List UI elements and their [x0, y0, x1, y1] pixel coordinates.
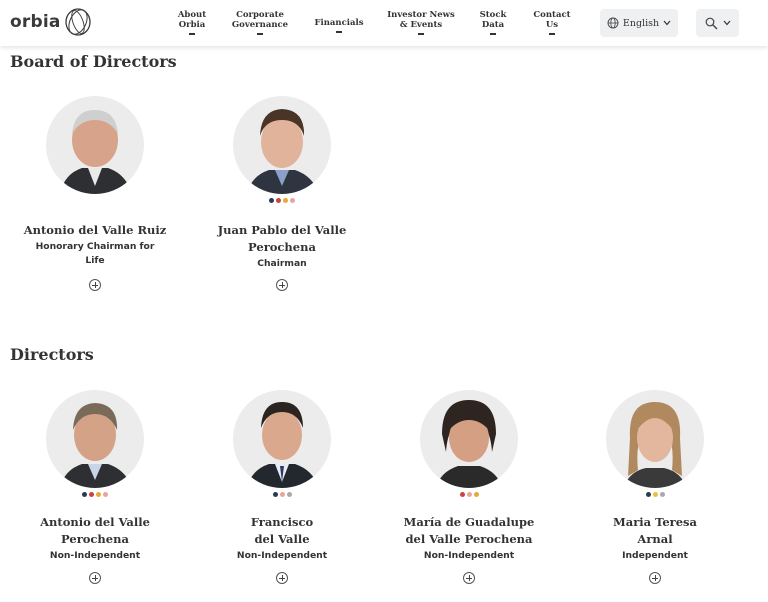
committee-dot [276, 198, 281, 203]
committee-dots [565, 492, 745, 497]
nav-label: & Events [399, 20, 443, 30]
committee-dot [279, 492, 285, 497]
board-member-photo [233, 96, 331, 194]
nav-label: Data [481, 20, 505, 30]
nav-indicator [336, 31, 342, 33]
committee-dots [192, 198, 372, 203]
nav-investor-news[interactable]: Investor News & Events [386, 10, 456, 35]
committee-dots [379, 492, 559, 497]
plus-circle-icon[interactable] [463, 572, 475, 584]
language-selector[interactable]: English [600, 9, 678, 37]
board-member-photo [46, 96, 144, 194]
director-card[interactable]: Antonio del Valle Perochena Non-Independ… [5, 390, 185, 590]
committee-dot [82, 492, 87, 497]
nav-label: Governance [231, 20, 289, 30]
director-card[interactable]: Maria Teresa Arnal Independent [565, 390, 745, 590]
director-name: Perochena [61, 532, 129, 546]
nav-indicator [257, 33, 263, 35]
committee-dots [5, 492, 185, 497]
chevron-down-icon [723, 20, 730, 26]
nav-indicator [490, 33, 496, 35]
director-name: Francisco [250, 515, 314, 529]
nav-contact-us[interactable]: Contact Us [530, 10, 574, 35]
plus-circle-icon[interactable] [89, 572, 101, 584]
globe-icon [607, 17, 619, 29]
nav-label: About [177, 10, 207, 20]
director-name: Antonio del Valle [40, 515, 150, 529]
nav-label: Us [545, 20, 559, 30]
chevron-down-icon [663, 20, 671, 26]
nav-about-orbia[interactable]: About Orbia [172, 10, 212, 35]
nav-corporate-governance[interactable]: Corporate Governance [228, 10, 292, 35]
committee-dots [192, 492, 372, 497]
director-role: Non-Independent [236, 550, 328, 561]
search-icon [705, 17, 717, 29]
director-card[interactable]: María de Guadalupe del Valle Perochena N… [379, 390, 559, 590]
plus-circle-icon[interactable] [276, 279, 288, 291]
board-member-name: Perochena [248, 240, 316, 254]
nav-label: Contact [533, 10, 571, 20]
committee-dot [459, 492, 465, 497]
committee-dot [466, 492, 472, 497]
committee-dot [269, 198, 274, 203]
committee-dot [290, 198, 295, 203]
nav-indicator [189, 33, 195, 35]
director-role: Non-Independent [49, 550, 141, 561]
director-photo [46, 390, 144, 488]
board-member-role: Honorary Chairman for [35, 241, 155, 252]
search-button[interactable] [696, 9, 739, 37]
site-header: orbia About Orbia Corporate Governance F… [0, 0, 768, 46]
director-photo [420, 390, 518, 488]
committee-dot [96, 492, 101, 497]
committee-dot [473, 492, 479, 497]
nav-financials[interactable]: Financials [312, 18, 366, 33]
plus-circle-icon[interactable] [89, 279, 101, 291]
board-member-name: Juan Pablo del Valle [217, 223, 347, 237]
board-member-name: Antonio del Valle Ruiz [23, 223, 167, 237]
director-name: Maria Teresa [613, 515, 697, 529]
committee-dot [286, 492, 292, 497]
board-member-card[interactable]: Juan Pablo del Valle Perochena Chairman [192, 96, 372, 296]
board-member-role: Chairman [257, 258, 307, 269]
director-card[interactable]: Francisco del Valle Non-Independent [192, 390, 372, 590]
nav-label: Corporate [236, 10, 284, 20]
nav-stock-data[interactable]: Stock Data [474, 10, 512, 35]
director-name: del Valle Perochena [405, 532, 533, 546]
nav-label: Stock [479, 10, 507, 20]
directors-section-title: Directors [10, 345, 94, 364]
director-name: Arnal [637, 532, 673, 546]
plus-circle-icon[interactable] [276, 572, 288, 584]
committee-dot [652, 492, 658, 497]
director-photo [606, 390, 704, 488]
director-role: Independent [622, 550, 688, 561]
director-role: Non-Independent [423, 550, 515, 561]
language-label: English [622, 17, 660, 29]
nav-label: Investor News [387, 10, 455, 20]
director-name: María de Guadalupe [403, 515, 535, 529]
director-photo [233, 390, 331, 488]
committee-dot [283, 198, 288, 203]
plus-circle-icon[interactable] [649, 572, 661, 584]
board-member-role: Life [85, 255, 105, 266]
board-member-card[interactable]: Antonio del Valle Ruiz Honorary Chairman… [5, 96, 185, 296]
board-section-title: Board of Directors [10, 52, 177, 71]
committee-dot [103, 492, 108, 497]
nav-label: Orbia [178, 20, 206, 30]
nav-indicator [418, 33, 424, 35]
committee-dot [645, 492, 651, 497]
committee-dot [89, 492, 94, 497]
committee-dot [272, 492, 278, 497]
nav-indicator [549, 33, 555, 35]
director-name: del Valle [254, 532, 310, 546]
nav-label: Financials [314, 18, 364, 28]
committee-dot [659, 492, 665, 497]
